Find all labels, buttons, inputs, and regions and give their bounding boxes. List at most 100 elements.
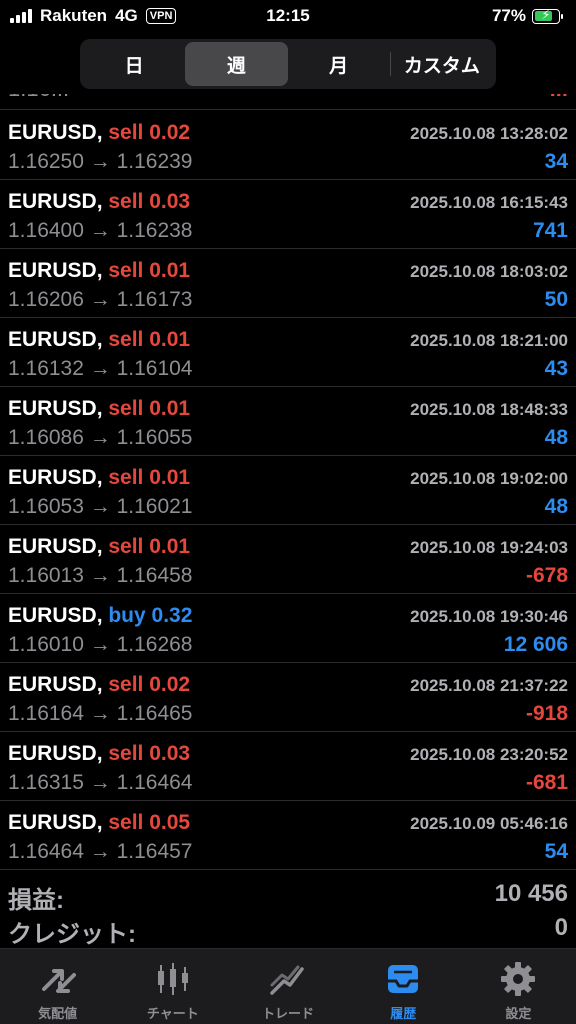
tab-settings[interactable]: 設定 <box>461 949 576 1024</box>
trade-row[interactable]: EURUSD, sell 0.02 2025.10.08 13:28:02 1.16… <box>0 111 576 180</box>
trade-symbol: EURUSD <box>8 328 97 351</box>
trade-symbol-line: EURUSD, sell 0.03 <box>8 742 190 766</box>
credit-label: クレジット: <box>8 921 136 948</box>
trade-row[interactable]: EURUSD, sell 0.01 2025.10.08 19:24:03 1.16… <box>0 525 576 594</box>
trade-row[interactable]: EURUSD, sell 0.03 2025.10.08 23:20:52 1.16… <box>0 732 576 801</box>
trade-history-list[interactable]: 1.16... ... EURUSD, sell 0.02 2025.10.08 … <box>0 94 576 870</box>
trade-symbol: EURUSD <box>8 811 97 834</box>
trade-prices: 1.16400 → 1.16238 <box>8 219 193 242</box>
trade-symbol: EURUSD <box>8 121 97 144</box>
tab-quotes-label: 気配値 <box>38 1006 78 1021</box>
status-bar: Rakuten 4G VPN 12:15 77% ⚡ <box>0 0 576 34</box>
trade-symbol: EURUSD <box>8 604 97 627</box>
tab-day[interactable]: 日 <box>83 42 185 86</box>
tab-trade-label: トレード <box>262 1006 315 1021</box>
trade-time: 2025.10.08 19:24:03 <box>410 538 568 557</box>
profit-loss-row: 損益: 10 456 <box>0 876 576 914</box>
trade-side: sell 0.05 <box>108 811 191 834</box>
trade-row[interactable]: EURUSD, sell 0.01 2025.10.08 18:48:33 1.16… <box>0 387 576 456</box>
trade-time: 2025.10.08 18:48:33 <box>410 400 568 419</box>
trade-symbol-line: EURUSD, buy 0.32 <box>8 604 192 628</box>
symbol-separator: , <box>96 535 109 558</box>
bottom-tab-bar: 気配値 チャート トレード 履歴 設定 <box>0 948 576 1024</box>
trade-symbol-line: EURUSD, sell 0.02 <box>8 673 190 697</box>
trade-prices: 1.16086 → 1.16055 <box>8 426 193 449</box>
tab-custom[interactable]: カスタム <box>391 42 493 86</box>
tab-chart-label: チャート <box>146 1006 199 1021</box>
trade-row[interactable]: EURUSD, sell 0.01 2025.10.08 19:02:00 1.16… <box>0 456 576 525</box>
trade-row[interactable]: EURUSD, sell 0.01 2025.10.08 18:21:00 1.16… <box>0 318 576 387</box>
tab-month[interactable]: 月 <box>288 42 390 86</box>
trade-profit: 741 <box>532 219 568 242</box>
tab-trade[interactable]: トレード <box>230 949 345 1024</box>
trade-row[interactable]: EURUSD, buy 0.32 2025.10.08 19:30:46 1.160… <box>0 594 576 663</box>
tab-quotes[interactable]: 気配値 <box>0 949 115 1024</box>
trade-symbol: EURUSD <box>8 397 97 420</box>
trade-time: 2025.10.08 19:30:46 <box>410 607 568 626</box>
profit-loss-value: 10 456 <box>494 880 568 907</box>
trade-profit: ... <box>550 94 568 102</box>
trade-time: 2025.10.08 18:03:02 <box>410 262 568 281</box>
trade-row[interactable]: EURUSD, sell 0.02 2025.10.08 21:37:22 1.16… <box>0 663 576 732</box>
trade-row[interactable]: EURUSD, sell 0.01 2025.10.08 18:03:02 1.16… <box>0 249 576 318</box>
tab-history-label: 履歴 <box>390 1006 417 1021</box>
clock: 12:15 <box>266 6 310 25</box>
trade-side: sell 0.01 <box>108 535 191 558</box>
symbol-separator: , <box>96 742 109 765</box>
trade-symbol: EURUSD <box>8 535 97 558</box>
trade-profit: -678 <box>525 564 568 587</box>
trade-profit: 50 <box>544 288 568 311</box>
trade-profit: -918 <box>525 702 568 725</box>
trade-profit: 12 606 <box>503 633 568 656</box>
trade-side: sell 0.03 <box>108 742 191 765</box>
trade-time: 2025.10.08 16:15:43 <box>410 193 568 212</box>
trade-prices: 1.16132 → 1.16104 <box>8 357 193 380</box>
trade-row-partial[interactable]: 1.16... ... <box>0 94 576 110</box>
battery-icon: ⚡ <box>532 7 563 24</box>
trade-prices: 1.16206 → 1.16173 <box>8 288 193 311</box>
status-right: 77% ⚡ <box>491 6 563 26</box>
tab-settings-label: 設定 <box>505 1006 532 1021</box>
trade-symbol-line: EURUSD, sell 0.01 <box>8 397 190 421</box>
trade-symbol: EURUSD <box>8 673 97 696</box>
trade-symbol-line: EURUSD, sell 0.01 <box>8 328 190 352</box>
trade-symbol-line: EURUSD, sell 0.01 <box>8 535 190 559</box>
trade-prices: 1.16053 → 1.16021 <box>8 495 193 518</box>
tab-week[interactable]: 週 <box>185 42 288 86</box>
symbol-separator: , <box>96 604 109 627</box>
tab-history[interactable]: 履歴 <box>346 949 461 1024</box>
trade-prices: 1.16164 → 1.16465 <box>8 702 193 725</box>
trade-profit: 43 <box>544 357 568 380</box>
history-inbox-icon <box>388 965 419 993</box>
trade-symbol-line: EURUSD, sell 0.05 <box>8 811 190 835</box>
trade-time: 2025.10.09 05:46:16 <box>410 814 568 833</box>
trade-prices: 1.16250 → 1.16239 <box>8 150 193 173</box>
trade-row[interactable]: EURUSD, sell 0.03 2025.10.08 16:15:43 1.16… <box>0 180 576 249</box>
trade-prices: 1.16... <box>8 94 69 102</box>
symbol-separator: , <box>96 121 109 144</box>
battery-percent: 77% <box>491 6 526 25</box>
candlestick-icon <box>157 963 188 995</box>
trade-side: sell 0.01 <box>108 328 191 351</box>
trade-symbol-line: EURUSD, sell 0.02 <box>8 121 190 145</box>
symbol-separator: , <box>96 673 109 696</box>
trade-row[interactable]: EURUSD, sell 0.05 2025.10.09 05:46:16 1.16… <box>0 801 576 870</box>
trade-side: sell 0.01 <box>108 466 191 489</box>
trade-time: 2025.10.08 19:02:00 <box>410 469 568 488</box>
trade-prices: 1.16315 → 1.16464 <box>8 771 193 794</box>
tab-chart[interactable]: チャート <box>115 949 230 1024</box>
summary-panel: 損益: 10 456 クレジット: 0 <box>0 876 576 948</box>
symbol-separator: , <box>96 466 109 489</box>
credit-value: 0 <box>554 914 568 941</box>
trade-profit: 34 <box>544 150 568 173</box>
trade-profit: 48 <box>544 426 568 449</box>
trade-symbol: EURUSD <box>8 466 97 489</box>
trade-side: sell 0.01 <box>108 259 191 282</box>
gear-icon <box>501 962 536 996</box>
trade-time: 2025.10.08 21:37:22 <box>410 676 568 695</box>
trade-prices: 1.16010 → 1.16268 <box>8 633 193 656</box>
quotes-arrows-icon <box>41 969 76 993</box>
credit-row: クレジット: 0 <box>0 910 576 948</box>
trade-side: buy 0.32 <box>108 604 193 627</box>
symbol-separator: , <box>96 328 109 351</box>
